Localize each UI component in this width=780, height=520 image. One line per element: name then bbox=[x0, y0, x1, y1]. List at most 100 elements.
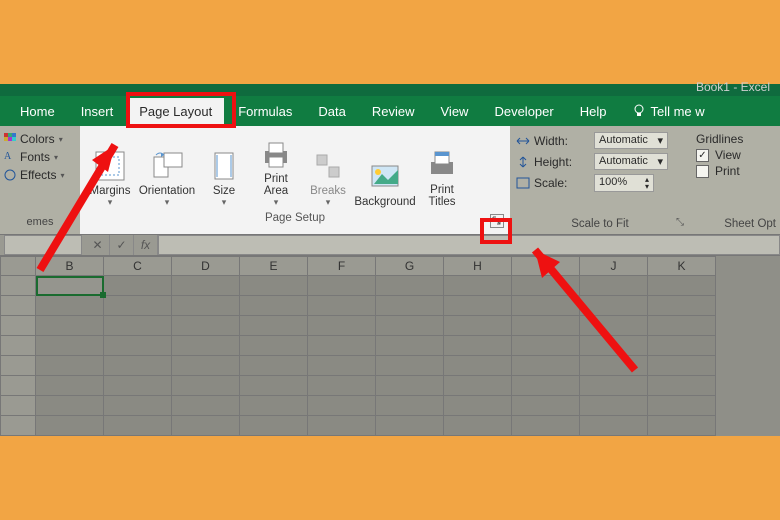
cell[interactable] bbox=[444, 336, 512, 356]
cell[interactable] bbox=[172, 336, 240, 356]
cell[interactable] bbox=[36, 336, 104, 356]
cell[interactable] bbox=[172, 316, 240, 336]
cell[interactable] bbox=[376, 396, 444, 416]
col-header[interactable]: J bbox=[580, 256, 648, 276]
row-header[interactable] bbox=[0, 356, 36, 376]
cell[interactable] bbox=[308, 276, 376, 296]
cell[interactable] bbox=[240, 396, 308, 416]
cell[interactable] bbox=[648, 336, 716, 356]
col-header[interactable]: K bbox=[648, 256, 716, 276]
cell[interactable] bbox=[104, 296, 172, 316]
cell[interactable] bbox=[240, 376, 308, 396]
cancel-formula[interactable]: ✕ bbox=[86, 235, 110, 255]
print-checkbox[interactable]: Print bbox=[696, 164, 774, 178]
cell[interactable] bbox=[444, 276, 512, 296]
cell[interactable] bbox=[444, 416, 512, 436]
row-header[interactable] bbox=[0, 316, 36, 336]
cell[interactable] bbox=[36, 396, 104, 416]
tab-home[interactable]: Home bbox=[8, 98, 67, 125]
fonts-button[interactable]: A Fonts▾ bbox=[4, 150, 76, 164]
print-titles-button[interactable]: Print Titles bbox=[418, 132, 466, 210]
cell[interactable] bbox=[444, 376, 512, 396]
row-header[interactable] bbox=[0, 336, 36, 356]
effects-button[interactable]: Effects▾ bbox=[4, 168, 76, 182]
cell[interactable] bbox=[444, 296, 512, 316]
cell[interactable] bbox=[648, 416, 716, 436]
cell[interactable] bbox=[104, 336, 172, 356]
cell[interactable] bbox=[104, 396, 172, 416]
select-all-corner[interactable] bbox=[0, 256, 36, 276]
row-header[interactable] bbox=[0, 396, 36, 416]
cell-selected[interactable] bbox=[36, 276, 104, 296]
col-header[interactable]: H bbox=[444, 256, 512, 276]
cell[interactable] bbox=[240, 296, 308, 316]
tab-view[interactable]: View bbox=[429, 98, 481, 125]
cell[interactable] bbox=[172, 376, 240, 396]
cell[interactable] bbox=[648, 396, 716, 416]
cell[interactable] bbox=[36, 416, 104, 436]
scale-spinner[interactable]: 100%▴▾ bbox=[594, 174, 654, 192]
cell[interactable] bbox=[36, 376, 104, 396]
cell[interactable] bbox=[512, 336, 580, 356]
cell[interactable] bbox=[376, 316, 444, 336]
cell[interactable] bbox=[580, 316, 648, 336]
cell[interactable] bbox=[104, 276, 172, 296]
cell[interactable] bbox=[512, 276, 580, 296]
cell[interactable] bbox=[580, 276, 648, 296]
col-header[interactable]: D bbox=[172, 256, 240, 276]
cell[interactable] bbox=[580, 296, 648, 316]
name-box[interactable] bbox=[4, 235, 82, 255]
spreadsheet-grid[interactable]: B C D E F G H I J K bbox=[0, 256, 780, 436]
cell[interactable] bbox=[240, 336, 308, 356]
scale-launcher[interactable]: ⤡ bbox=[676, 217, 684, 228]
cell[interactable] bbox=[308, 296, 376, 316]
cell[interactable] bbox=[648, 276, 716, 296]
cell[interactable] bbox=[580, 356, 648, 376]
orientation-button[interactable]: Orientation▾ bbox=[138, 132, 196, 210]
tab-formulas[interactable]: Formulas bbox=[226, 98, 304, 125]
tab-developer[interactable]: Developer bbox=[482, 98, 565, 125]
cell[interactable] bbox=[308, 376, 376, 396]
breaks-button[interactable]: Breaks▾ bbox=[304, 132, 352, 210]
cell[interactable] bbox=[376, 296, 444, 316]
cell[interactable] bbox=[580, 416, 648, 436]
col-header[interactable]: I bbox=[512, 256, 580, 276]
view-checkbox[interactable]: ✓View bbox=[696, 148, 774, 162]
col-header[interactable]: C bbox=[104, 256, 172, 276]
width-select[interactable]: Automatic▾ bbox=[594, 132, 668, 149]
cell[interactable] bbox=[240, 276, 308, 296]
row-header[interactable] bbox=[0, 376, 36, 396]
cell[interactable] bbox=[648, 296, 716, 316]
cell[interactable] bbox=[104, 316, 172, 336]
size-button[interactable]: Size▾ bbox=[200, 132, 248, 210]
cell[interactable] bbox=[104, 376, 172, 396]
print-area-button[interactable]: Print Area▾ bbox=[252, 132, 300, 210]
height-select[interactable]: Automatic▾ bbox=[594, 153, 668, 170]
cell[interactable] bbox=[580, 336, 648, 356]
background-button[interactable]: Background bbox=[356, 132, 414, 210]
cell[interactable] bbox=[376, 416, 444, 436]
col-header[interactable]: E bbox=[240, 256, 308, 276]
cell[interactable] bbox=[308, 416, 376, 436]
accept-formula[interactable]: ✓ bbox=[110, 235, 134, 255]
cell[interactable] bbox=[172, 396, 240, 416]
row-header[interactable] bbox=[0, 276, 36, 296]
cell[interactable] bbox=[444, 316, 512, 336]
cell[interactable] bbox=[172, 416, 240, 436]
margins-button[interactable]: Margins▾ bbox=[86, 132, 134, 210]
cell[interactable] bbox=[104, 356, 172, 376]
cell[interactable] bbox=[512, 296, 580, 316]
fx-button[interactable]: fx bbox=[134, 235, 158, 255]
cell[interactable] bbox=[512, 356, 580, 376]
cell[interactable] bbox=[172, 276, 240, 296]
cell[interactable] bbox=[512, 376, 580, 396]
cell[interactable] bbox=[36, 296, 104, 316]
cell[interactable] bbox=[104, 416, 172, 436]
cell[interactable] bbox=[240, 316, 308, 336]
cell[interactable] bbox=[512, 396, 580, 416]
tab-data[interactable]: Data bbox=[306, 98, 357, 125]
cell[interactable] bbox=[512, 416, 580, 436]
cell[interactable] bbox=[648, 356, 716, 376]
tab-insert[interactable]: Insert bbox=[69, 98, 126, 125]
cell[interactable] bbox=[240, 356, 308, 376]
